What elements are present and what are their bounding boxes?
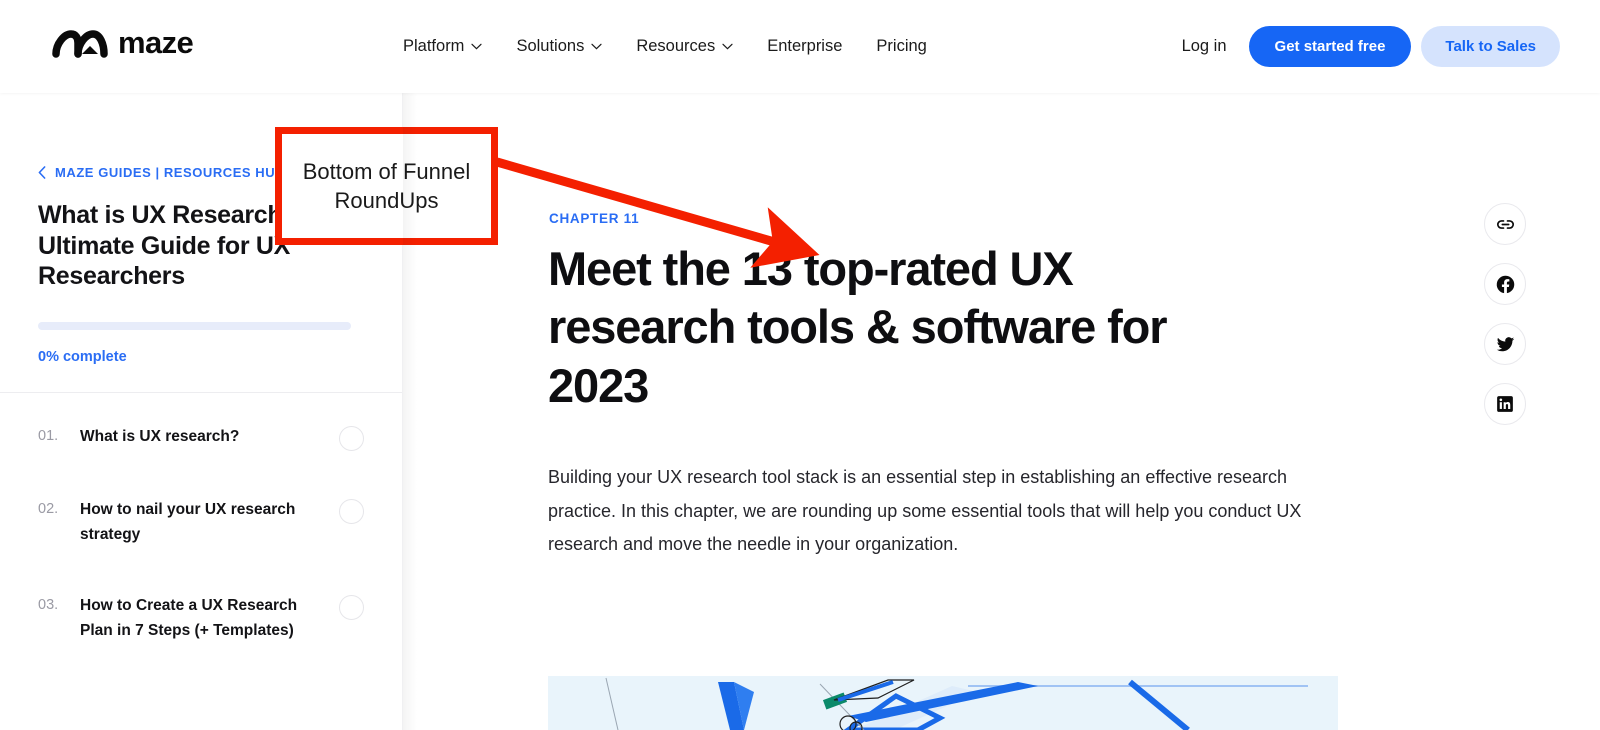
- nav-item-resources[interactable]: Resources: [619, 0, 750, 93]
- chapter-eyebrow: CHAPTER 11: [549, 211, 640, 226]
- twitter-icon: [1496, 336, 1514, 351]
- share-twitter-button[interactable]: [1484, 323, 1526, 365]
- share-facebook-button[interactable]: [1484, 263, 1526, 305]
- nav-item-label: Pricing: [876, 37, 927, 55]
- chapter-complete-checkbox[interactable]: [339, 594, 364, 620]
- link-icon: [1496, 219, 1514, 229]
- maze-logo-text: maze: [118, 25, 194, 60]
- facebook-icon: [1496, 275, 1514, 293]
- illustration-graphic: [548, 656, 1338, 730]
- share-rail: [1484, 203, 1526, 425]
- article-content: CHAPTER 11 Meet the 13 top-rated UX rese…: [417, 93, 1600, 730]
- chapter-number: 02.: [38, 500, 59, 517]
- talk-to-sales-button[interactable]: Talk to Sales: [1421, 26, 1560, 67]
- nav-item-label: Enterprise: [767, 37, 843, 55]
- annotation-callout-text: Bottom of Funnel RoundUps: [302, 158, 471, 213]
- chapter-number: 03.: [38, 596, 59, 613]
- nav-item-platform[interactable]: Platform: [386, 0, 499, 93]
- login-link[interactable]: Log in: [1160, 37, 1249, 56]
- site-header: maze Platform Solutions Resources Enterp…: [0, 0, 1600, 93]
- chapter-label: How to nail your UX research strategy: [80, 500, 296, 543]
- main-nav: Platform Solutions Resources Enterprise: [386, 0, 944, 93]
- breadcrumb-label: MAZE GUIDES | RESOURCES HUB: [55, 165, 286, 180]
- linkedin-icon: [1497, 396, 1513, 412]
- chapter-list-item[interactable]: 03. How to Create a UX Research Plan in …: [0, 570, 402, 666]
- nav-item-pricing[interactable]: Pricing: [859, 0, 943, 93]
- get-started-free-button[interactable]: Get started free: [1248, 26, 1412, 67]
- nav-item-label: Solutions: [516, 37, 585, 55]
- chevron-down-icon: [722, 43, 733, 50]
- nav-item-solutions[interactable]: Solutions: [499, 0, 619, 93]
- page-root: maze Platform Solutions Resources Enterp…: [0, 0, 1600, 730]
- chevron-left-icon: [38, 166, 46, 179]
- nav-item-label: Resources: [636, 37, 716, 55]
- maze-logo[interactable]: maze: [52, 25, 194, 60]
- chapter-list-item[interactable]: 01. What is UX research?: [0, 401, 402, 474]
- chapter-label: What is UX research?: [80, 427, 240, 445]
- nav-item-enterprise[interactable]: Enterprise: [750, 0, 859, 93]
- chapter-complete-checkbox[interactable]: [339, 498, 364, 524]
- article-hero-illustration: [548, 656, 1338, 730]
- share-copy-link-button[interactable]: [1484, 203, 1526, 245]
- chapter-list: 01. What is UX research? 02. How to nail…: [0, 393, 402, 666]
- progress-label: 0% complete: [38, 348, 127, 365]
- header-actions: Log in Get started free Talk to Sales: [1160, 0, 1560, 93]
- chapter-label: How to Create a UX Research Plan in 7 St…: [80, 596, 298, 639]
- article-body-paragraph: Building your UX research tool stack is …: [548, 467, 1302, 555]
- nav-item-label: Platform: [403, 37, 465, 55]
- share-linkedin-button[interactable]: [1484, 383, 1526, 425]
- chevron-down-icon: [591, 43, 602, 50]
- progress-bar: [38, 321, 351, 330]
- annotation-callout-box: Bottom of Funnel RoundUps: [275, 127, 498, 245]
- chapter-complete-checkbox[interactable]: [339, 425, 364, 451]
- article-title: Meet the 13 top-rated UX research tools …: [548, 242, 1168, 412]
- chapter-list-item[interactable]: 02. How to nail your UX research strateg…: [0, 474, 402, 570]
- chevron-down-icon: [471, 43, 483, 50]
- maze-logo-icon: [52, 30, 108, 58]
- chapter-number: 01.: [38, 427, 59, 444]
